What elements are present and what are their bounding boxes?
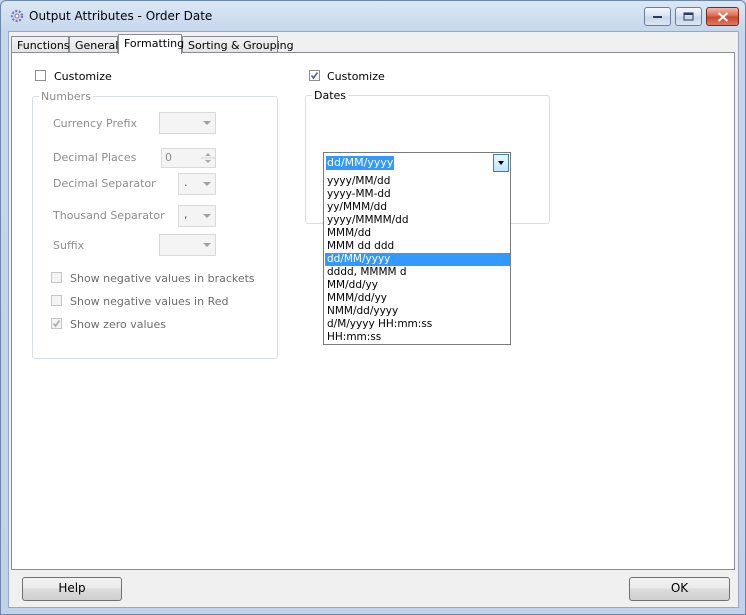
checkmark-icon <box>310 72 319 80</box>
decimal-places-label: Decimal Places <box>53 151 137 164</box>
close-button[interactable] <box>706 7 739 26</box>
chevron-down-icon <box>203 121 211 125</box>
chevron-down-icon <box>203 182 211 186</box>
date-format-option[interactable]: MMM/dd <box>325 227 510 240</box>
date-format-option[interactable]: MMM/dd/yy <box>325 292 510 305</box>
suffix-label: Suffix <box>53 239 85 252</box>
date-format-option[interactable]: yyyy/MM/dd <box>325 175 510 188</box>
neg-brackets-checkbox[interactable] <box>51 272 62 283</box>
date-format-option[interactable]: dddd, MMMM d <box>325 266 510 279</box>
dates-group-label: Dates <box>312 89 349 102</box>
window-title: Output Attributes - Order Date <box>29 9 213 23</box>
date-format-dropdown-button[interactable] <box>493 154 509 172</box>
tab-functions[interactable]: Functions <box>11 36 70 53</box>
date-format-option[interactable]: yy/MMM/dd <box>325 201 510 214</box>
date-format-option[interactable]: NMM/dd/yyyy <box>325 305 510 318</box>
date-format-combobox[interactable]: dd/MM/yyyy <box>323 152 511 174</box>
decimal-separator-label: Decimal Separator <box>53 177 156 190</box>
decimal-places-stepper[interactable]: 0 <box>161 148 216 168</box>
date-format-option[interactable]: yyyy-MM-dd <box>325 188 510 201</box>
tab-general[interactable]: General <box>69 36 118 53</box>
zero-values-checkbox[interactable] <box>51 318 62 329</box>
decimal-separator-value: . <box>184 176 188 189</box>
decimal-places-value: 0 <box>165 151 172 164</box>
chevron-down-icon <box>498 161 504 165</box>
ok-button[interactable]: OK <box>629 577 730 601</box>
date-format-option-selected[interactable]: dd/MM/yyyy <box>325 253 510 266</box>
numbers-group-label: Numbers <box>39 90 93 103</box>
date-format-value: dd/MM/yyyy <box>326 156 395 170</box>
decimal-separator-dropdown[interactable]: . <box>178 173 216 195</box>
neg-red-checkbox[interactable] <box>51 295 62 306</box>
date-format-option[interactable]: MM/dd/yy <box>325 279 510 292</box>
tab-formatting[interactable]: Formatting <box>118 34 184 54</box>
maximize-icon <box>683 12 693 20</box>
tab-sorting-grouping[interactable]: Sorting & Grouping <box>182 36 294 53</box>
dates-customize-checkbox[interactable] <box>309 70 320 81</box>
dialog-window: Output Attributes - Order Date Functions… <box>0 0 746 615</box>
currency-prefix-label: Currency Prefix <box>53 117 137 130</box>
ok-button-label: OK <box>670 581 689 595</box>
zero-values-label: Show zero values <box>70 318 167 331</box>
spin-arrows-icon <box>201 153 215 163</box>
maximize-button[interactable] <box>675 7 702 26</box>
thousand-separator-dropdown[interactable]: , <box>178 205 216 227</box>
date-format-option[interactable]: d/M/yyyy HH:mm:ss <box>325 318 510 331</box>
neg-brackets-label: Show negative values in brackets <box>70 272 255 285</box>
minimize-button[interactable] <box>644 7 671 26</box>
suffix-dropdown[interactable] <box>159 234 216 256</box>
date-format-option[interactable]: yyyy/MMMM/dd <box>325 214 510 227</box>
dates-customize-label: Customize <box>327 70 385 83</box>
date-format-listbox: yyyy/MM/dd yyyy-MM-dd yy/MMM/dd yyyy/MMM… <box>323 173 511 345</box>
app-gear-icon <box>10 9 24 23</box>
help-button[interactable]: Help <box>22 577 122 601</box>
chevron-down-icon <box>203 214 211 218</box>
date-format-option[interactable]: MMM dd ddd <box>325 240 510 253</box>
numbers-customize-label: Customize <box>54 70 112 83</box>
neg-red-label: Show negative values in Red <box>70 295 229 308</box>
chevron-down-icon <box>203 243 211 247</box>
thousand-separator-label: Thousand Separator <box>53 209 165 222</box>
checkmark-icon <box>52 320 61 328</box>
numbers-customize-checkbox[interactable] <box>35 70 46 81</box>
help-button-label: Help <box>58 581 86 595</box>
date-format-option[interactable]: HH:mm:ss <box>325 331 510 344</box>
minimize-icon <box>652 15 662 18</box>
currency-prefix-dropdown[interactable] <box>159 112 216 134</box>
formatting-panel: Customize Numbers Currency Prefix Decima… <box>11 52 735 570</box>
thousand-separator-value: , <box>184 208 188 221</box>
title-bar[interactable]: Output Attributes - Order Date <box>1 1 745 31</box>
close-icon <box>717 11 728 22</box>
dialog-client: Functions General Formatting Sorting & G… <box>8 31 739 608</box>
